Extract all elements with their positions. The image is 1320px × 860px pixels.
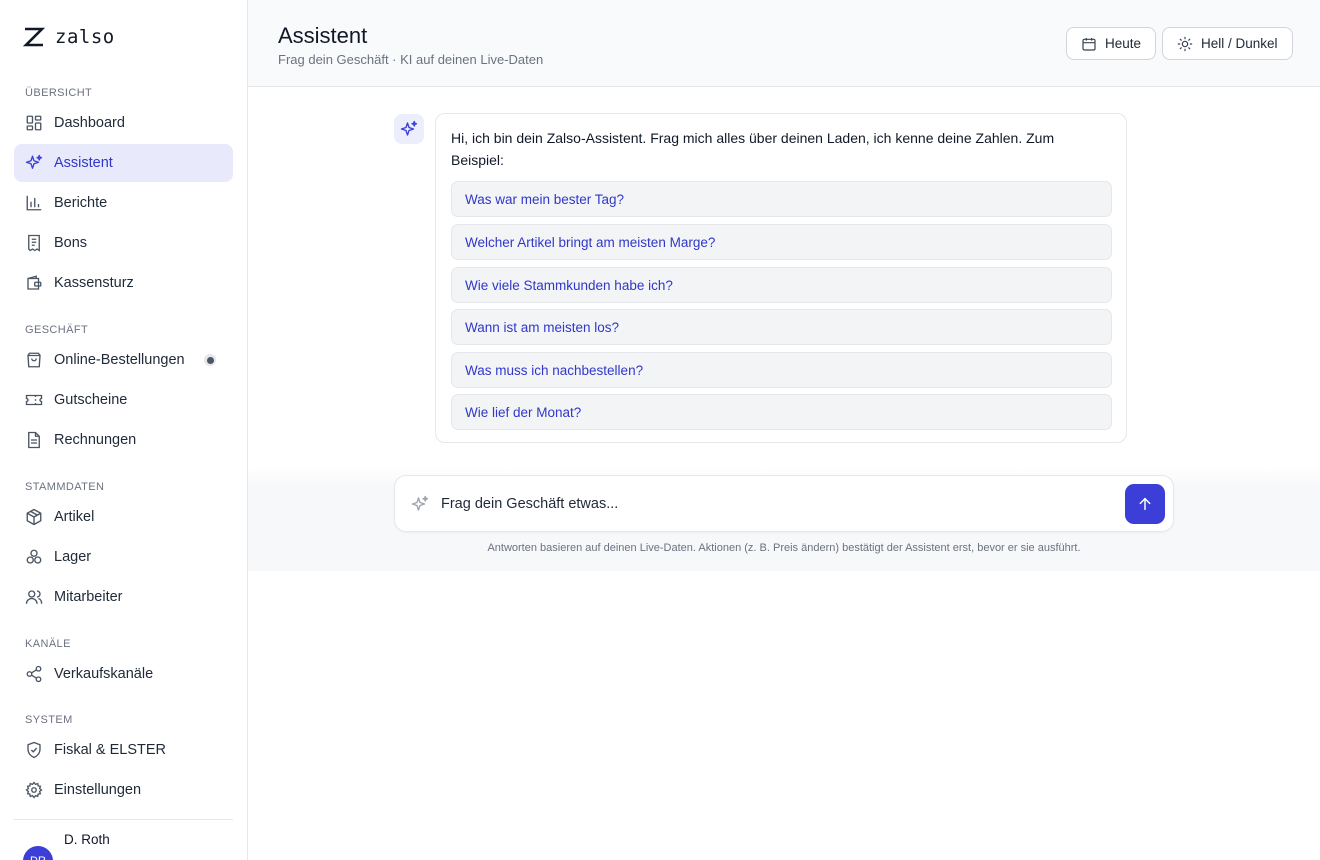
section-title: GESCHÄFT xyxy=(25,324,89,336)
share-icon xyxy=(25,665,43,683)
nav-section-geschaeft: GESCHÄFT Online-Bestellungen Gutscheine … xyxy=(14,321,233,459)
sidebar-item-label: Gutscheine xyxy=(54,392,128,408)
sidebar-item-label: Berichte xyxy=(54,195,108,211)
today-button[interactable]: Heute xyxy=(1066,27,1157,60)
file-text-icon xyxy=(25,431,43,449)
user-profile[interactable]: D. Roth DR xyxy=(14,819,233,860)
sparkles-icon xyxy=(25,154,43,172)
chat-composer xyxy=(394,475,1174,532)
chat-area: Hi, ich bin dein Zalso-Assistent. Frag m… xyxy=(248,87,1320,467)
sidebar-item-berichte[interactable]: Berichte xyxy=(14,184,233,222)
sidebar-item-verkaufskanaele[interactable]: Verkaufskanäle xyxy=(14,655,233,693)
zalso-logo-icon xyxy=(22,27,46,47)
suggestion-button[interactable]: Wann ist am meisten los? xyxy=(451,309,1112,345)
sidebar-item-label: Lager xyxy=(54,549,92,565)
sidebar-item-mitarbeiter[interactable]: Mitarbeiter xyxy=(14,578,233,616)
assistant-message-text: Hi, ich bin dein Zalso-Assistent. Frag m… xyxy=(451,130,1055,168)
nav-section-kanaele: KANÄLE Verkaufskanäle xyxy=(14,635,233,693)
shopping-bag-icon xyxy=(25,351,43,369)
bar-chart-icon xyxy=(25,194,43,212)
composer-disclaimer: Antworten basieren auf deinen Live-Daten… xyxy=(487,542,1081,554)
sidebar-item-label: Rechnungen xyxy=(54,432,137,448)
section-title: KANÄLE xyxy=(25,638,71,650)
sidebar: zalso ÜBERSICHT Dashboard Assistent Beri… xyxy=(0,0,248,860)
suggestion-button[interactable]: Wie viele Stammkunden habe ich? xyxy=(451,267,1112,303)
sidebar-item-label: Bons xyxy=(54,235,88,251)
package-icon xyxy=(25,508,43,526)
page-title: Assistent xyxy=(278,23,368,48)
today-button-label: Heute xyxy=(1105,36,1142,51)
page-header: Assistent Frag dein Geschäft · KI auf de… xyxy=(248,0,1320,87)
sidebar-item-fiskal-elster[interactable]: Fiskal & ELSTER xyxy=(14,731,233,769)
brand[interactable]: zalso xyxy=(22,25,115,49)
grid-icon xyxy=(25,114,43,132)
sidebar-item-label: Artikel xyxy=(54,509,95,525)
sidebar-item-assistent[interactable]: Assistent xyxy=(14,144,233,182)
calendar-icon xyxy=(1082,37,1096,51)
sidebar-item-einstellungen[interactable]: Einstellungen xyxy=(14,771,233,809)
wallet-icon xyxy=(25,274,43,292)
suggestion-button[interactable]: Wie lief der Monat? xyxy=(451,394,1112,430)
assistant-avatar xyxy=(394,114,424,144)
sidebar-item-rechnungen[interactable]: Rechnungen xyxy=(14,421,233,459)
brand-name: zalso xyxy=(55,26,115,48)
suggestion-button[interactable]: Was muss ich nachbestellen? xyxy=(451,352,1112,388)
app-root: zalso ÜBERSICHT Dashboard Assistent Beri… xyxy=(0,0,1320,860)
sidebar-item-label: Dashboard xyxy=(54,115,125,131)
arrow-up-icon xyxy=(1139,497,1151,511)
user-name: D. Roth xyxy=(64,832,110,847)
suggestion-button[interactable]: Welcher Artikel bringt am meisten Marge? xyxy=(451,224,1112,260)
send-button[interactable] xyxy=(1125,484,1165,524)
chat-input[interactable] xyxy=(441,490,1111,518)
assistant-message: Hi, ich bin dein Zalso-Assistent. Frag m… xyxy=(435,113,1127,443)
sparkles-icon xyxy=(411,495,429,513)
sidebar-item-label: Fiskal & ELSTER xyxy=(54,742,166,758)
theme-toggle-label: Hell / Dunkel xyxy=(1201,36,1278,51)
sidebar-item-lager[interactable]: Lager xyxy=(14,538,233,576)
shield-check-icon xyxy=(25,741,43,759)
sidebar-item-artikel[interactable]: Artikel xyxy=(14,498,233,536)
section-title: SYSTEM xyxy=(25,714,73,726)
status-indicator xyxy=(204,354,216,366)
suggestion-button[interactable]: Was war mein bester Tag? xyxy=(451,181,1112,217)
sidebar-item-label: Verkaufskanäle xyxy=(54,666,154,682)
sidebar-item-kassensturz[interactable]: Kassensturz xyxy=(14,264,233,302)
nav-section-stammdaten: STAMMDATEN Artikel Lager Mitarbeiter xyxy=(14,478,233,616)
composer-area: Antworten basieren auf deinen Live-Daten… xyxy=(248,467,1320,571)
sidebar-item-label: Kassensturz xyxy=(54,275,134,291)
receipt-icon xyxy=(25,234,43,252)
sun-icon xyxy=(1177,36,1193,51)
ticket-icon xyxy=(25,391,43,409)
page-subtitle: Frag dein Geschäft · KI auf deinen Live-… xyxy=(278,52,544,67)
nav-section-system: SYSTEM Fiskal & ELSTER Einstellungen xyxy=(14,711,233,809)
sidebar-item-label: Einstellungen xyxy=(54,782,142,798)
sidebar-item-label: Online-Bestellungen xyxy=(54,352,185,368)
theme-toggle-button[interactable]: Hell / Dunkel xyxy=(1162,27,1293,60)
boxes-icon xyxy=(25,548,43,566)
sidebar-item-gutscheine[interactable]: Gutscheine xyxy=(14,381,233,419)
users-icon xyxy=(25,588,43,606)
sidebar-item-bons[interactable]: Bons xyxy=(14,224,233,262)
sparkles-icon xyxy=(400,120,418,136)
sidebar-item-online-bestellungen[interactable]: Online-Bestellungen xyxy=(14,341,233,379)
sidebar-item-dashboard[interactable]: Dashboard xyxy=(14,104,233,142)
section-title: STAMMDATEN xyxy=(25,481,105,493)
section-title: ÜBERSICHT xyxy=(25,87,93,99)
gear-icon xyxy=(25,781,43,799)
nav-section-uebersicht: ÜBERSICHT Dashboard Assistent Berichte B… xyxy=(14,84,233,302)
sidebar-item-label: Mitarbeiter xyxy=(54,589,123,605)
avatar[interactable]: DR xyxy=(23,846,53,860)
sidebar-item-label: Assistent xyxy=(54,155,113,171)
